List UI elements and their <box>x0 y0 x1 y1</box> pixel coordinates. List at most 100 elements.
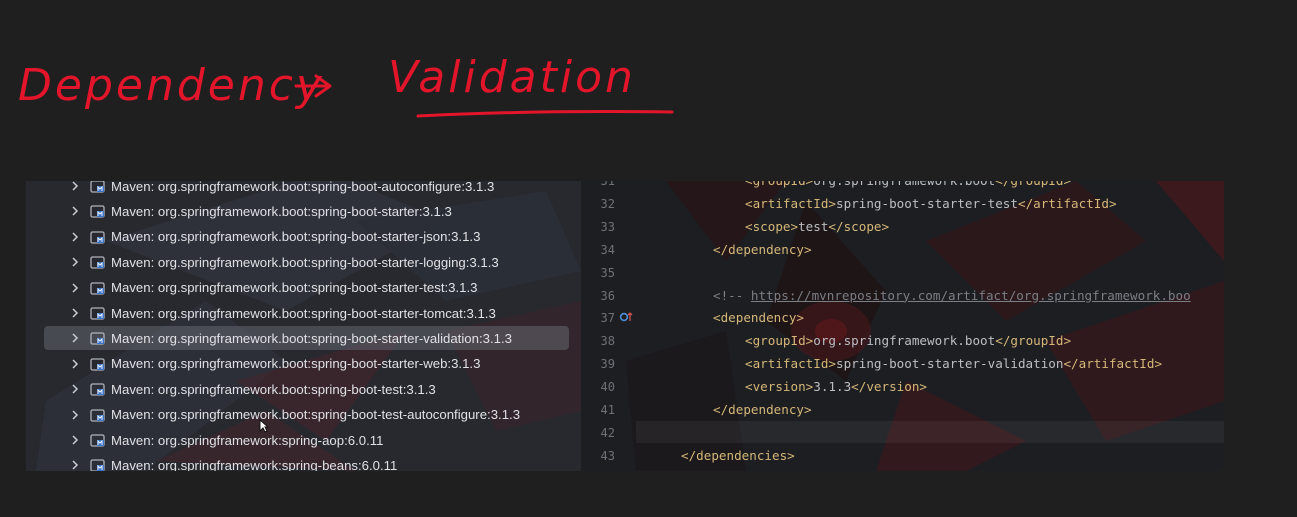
code-line: </dependency> <box>713 242 812 257</box>
code-line: <artifactId>spring-boot-starter-validati… <box>745 356 1162 371</box>
code-line: <groupId>org.springframework.boot</group… <box>745 333 1071 348</box>
tree-item-label: Maven: org.springframework:spring-beans:… <box>111 457 398 471</box>
chevron-right-icon[interactable] <box>68 204 82 218</box>
line-number: 32 <box>600 196 615 211</box>
library-folder-icon <box>90 280 106 296</box>
chevron-right-icon[interactable] <box>68 181 82 193</box>
tree-item-library[interactable]: Maven: org.springframework.boot:spring-b… <box>44 199 569 223</box>
library-folder-icon <box>90 330 106 346</box>
tree-item-label: Maven: org.springframework:spring-aop:6.… <box>111 432 384 448</box>
library-folder-icon <box>90 254 106 270</box>
tree-item-label: Maven: org.springframework.boot:spring-b… <box>111 203 452 219</box>
chevron-right-icon[interactable] <box>68 281 82 295</box>
project-tree-panel: Maven: org.springframework.boot:spring-b… <box>26 181 581 471</box>
line-number: 34 <box>600 242 615 257</box>
xml-open-tag: <artifactId> <box>745 195 836 211</box>
xml-open-tag: </dependency> <box>713 241 812 257</box>
xml-close-tag: </artifactId> <box>1063 356 1163 372</box>
ide-screenshot: Maven: org.springframework.boot:spring-b… <box>26 181 1224 471</box>
tree-item-library[interactable]: Maven: org.springframework.boot:spring-b… <box>44 352 569 376</box>
xml-open-tag: <version> <box>745 379 814 395</box>
tree-item-library[interactable]: Maven: org.springframework.boot:spring-b… <box>44 301 569 325</box>
chevron-right-icon[interactable] <box>68 408 82 422</box>
tree-item-library[interactable]: Maven: org.springframework.boot:spring-b… <box>44 403 569 427</box>
tree-item-label: Maven: org.springframework.boot:spring-b… <box>111 280 478 296</box>
chevron-right-icon[interactable] <box>68 357 82 371</box>
xml-text-value: org.springframework.boot <box>813 181 995 188</box>
chevron-right-icon[interactable] <box>68 255 82 269</box>
comment-url-link[interactable]: https://mvnrepository.com/artifact/org.s… <box>751 288 1191 303</box>
xml-close-tag: </version> <box>851 379 927 395</box>
chevron-right-icon[interactable] <box>68 230 82 244</box>
code-line: <scope>test</scope> <box>745 219 889 234</box>
library-folder-icon <box>90 305 106 321</box>
xml-close-tag: </groupId> <box>995 181 1071 188</box>
tree-item-label: Maven: org.springframework.boot:spring-b… <box>111 229 481 245</box>
xml-open-tag: <dependency> <box>713 310 804 326</box>
line-number: 42 <box>600 425 615 440</box>
annotation-word-dependency: Dependency <box>18 60 325 111</box>
current-line-highlight <box>636 421 1224 443</box>
xml-close-tag: </artifactId> <box>1017 195 1117 211</box>
line-number: 38 <box>600 334 615 349</box>
library-folder-icon <box>90 229 106 245</box>
chevron-right-icon[interactable] <box>68 458 82 471</box>
tree-item-library[interactable]: Maven: org.springframework.boot:spring-b… <box>44 225 569 249</box>
xml-open-tag: <groupId> <box>745 333 814 349</box>
tree-item-label: Maven: org.springframework.boot:spring-b… <box>111 356 481 372</box>
implementation-gutter-icon[interactable] <box>619 311 633 323</box>
tree-item-library[interactable]: Maven: org.springframework.boot:spring-b… <box>44 377 569 401</box>
library-folder-icon <box>90 181 106 194</box>
comment-start: <!-- <box>713 287 751 303</box>
xml-open-tag: </dependency> <box>713 402 812 417</box>
line-number: 40 <box>600 380 615 395</box>
xml-text-value: spring-boot-starter-validation <box>836 356 1064 372</box>
code-line: <!-- https://mvnrepository.com/artifact/… <box>713 288 1191 303</box>
code-line: </dependency> <box>713 402 812 417</box>
xml-close-tag: </scope> <box>828 218 890 234</box>
library-folder-icon <box>90 432 106 448</box>
chevron-right-icon[interactable] <box>68 382 82 396</box>
tree-item-label: Maven: org.springframework.boot:spring-b… <box>111 330 512 346</box>
line-number: 37 <box>600 311 615 326</box>
tree-item-library[interactable]: Maven: org.springframework.boot:spring-b… <box>44 250 569 274</box>
handwritten-annotation: Dependency Validation <box>0 0 1297 170</box>
tree-item-label: Maven: org.springframework.boot:spring-b… <box>111 305 496 321</box>
line-number: 31 <box>600 181 615 188</box>
xml-text-value: org.springframework.boot <box>813 333 996 349</box>
tree-item-library[interactable]: Maven: org.springframework:spring-aop:6.… <box>44 428 569 452</box>
line-number: 36 <box>600 288 615 303</box>
xml-open-tag: </dependencies> <box>681 447 795 463</box>
xml-text-value: spring-boot-starter-test <box>836 195 1018 211</box>
code-line: <dependency> <box>713 310 804 325</box>
mouse-cursor-icon <box>259 419 269 433</box>
chevron-right-icon[interactable] <box>68 433 82 447</box>
line-number: 43 <box>600 448 615 463</box>
tree-item-library[interactable]: Maven: org.springframework:spring-beans:… <box>44 453 569 471</box>
library-folder-icon <box>90 356 106 372</box>
code-line: <groupId>org.springframework.boot</group… <box>745 181 1071 188</box>
xml-open-tag: <scope> <box>745 218 799 234</box>
line-number: 39 <box>600 357 615 372</box>
xml-close-tag: </groupId> <box>995 333 1072 349</box>
xml-text-value: 3.1.3 <box>813 379 852 395</box>
library-folder-icon <box>90 203 106 219</box>
annotation-underline <box>416 110 674 118</box>
library-folder-icon <box>90 381 106 397</box>
chevron-right-icon[interactable] <box>68 306 82 320</box>
xml-open-tag: <groupId> <box>745 181 813 188</box>
tree-item-library[interactable]: Maven: org.springframework.boot:spring-b… <box>44 181 569 198</box>
tree-item-library[interactable]: Maven: org.springframework.boot:spring-b… <box>44 326 569 351</box>
code-editor[interactable]: 31<groupId>org.springframework.boot</gro… <box>581 181 1224 471</box>
chevron-right-icon[interactable] <box>68 331 82 345</box>
line-number: 35 <box>600 265 615 280</box>
line-number: 33 <box>600 219 615 234</box>
annotation-word-validation: Validation <box>388 52 636 103</box>
tree-item-label: Maven: org.springframework.boot:spring-b… <box>111 254 499 270</box>
line-number: 41 <box>600 403 615 417</box>
tree-item-library[interactable]: Maven: org.springframework.boot:spring-b… <box>44 276 569 300</box>
code-line: </dependencies> <box>681 448 795 463</box>
xml-open-tag: <artifactId> <box>745 356 836 372</box>
tree-item-label: Maven: org.springframework.boot:spring-b… <box>111 381 436 397</box>
xml-text-value: test <box>798 218 829 234</box>
